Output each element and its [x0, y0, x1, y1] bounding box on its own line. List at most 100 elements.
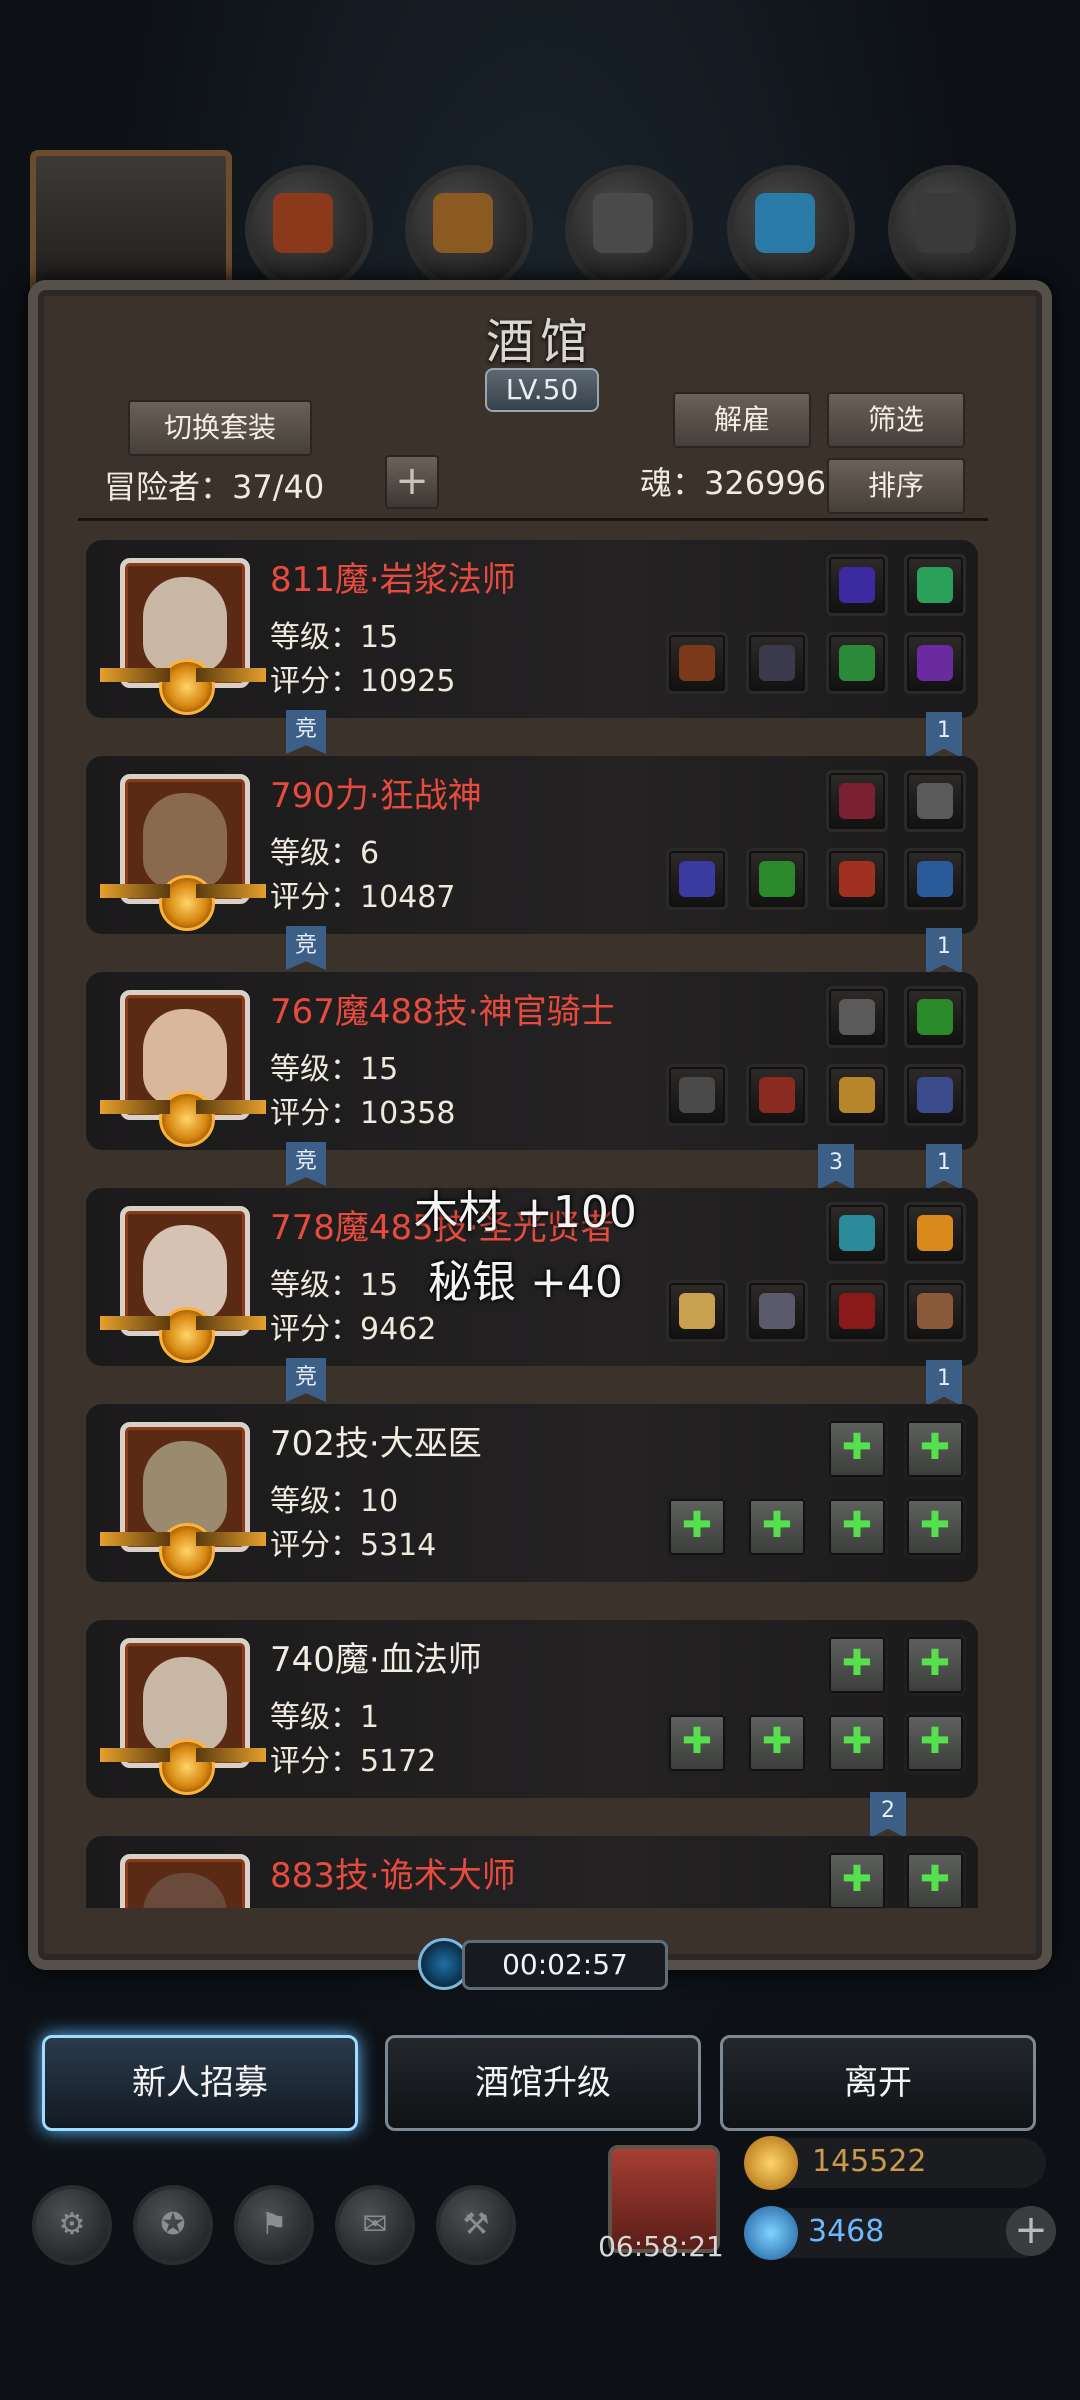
gem-icon — [744, 2206, 798, 2260]
hero-score: 评分：5314 — [270, 1528, 437, 1563]
forge-icon[interactable]: ⚒ — [436, 2185, 516, 2265]
reward-wood-text: 木材 +100 — [414, 1187, 637, 1238]
equipment-icon — [839, 1215, 875, 1251]
panel-title: 酒馆 — [485, 314, 594, 370]
recruit-button[interactable]: 新人招募 — [42, 2035, 358, 2131]
equip-slot[interactable] — [826, 848, 888, 910]
empty-equip-slot[interactable]: ✚ — [746, 1712, 808, 1774]
emblem-wing-right — [196, 1100, 266, 1114]
hero-card[interactable]: 883技·诡术大师✚✚✚✚✚✚ — [86, 1836, 978, 1908]
equip-slot[interactable] — [666, 848, 728, 910]
empty-equip-slot[interactable]: ✚ — [826, 1634, 888, 1696]
add-equip-icon: ✚ — [681, 1721, 713, 1762]
add-equip-icon: ✚ — [919, 1643, 951, 1684]
hero-name: 790力·狂战神 — [270, 776, 482, 816]
hero-name: 740魔·血法师 — [270, 1640, 482, 1680]
hero-level: 等级：1 — [270, 1700, 380, 1735]
equip-slot[interactable] — [904, 986, 966, 1048]
count-ribbon: 1 — [926, 1360, 962, 1406]
hero-card[interactable]: 740魔·血法师 等级：1 评分：5172 ✚ ✚ ✚ ✚ ✚ ✚ — [86, 1620, 978, 1798]
empty-equip-slot[interactable]: ✚ — [746, 1496, 808, 1558]
hero-card[interactable]: 702技·大巫医等级：10 评分：5314 ✚ ✚ ✚ ✚ ✚ ✚ — [86, 1404, 978, 1582]
count-ribbon: 1 — [926, 928, 962, 974]
empty-equip-slot[interactable]: ✚ — [666, 1496, 728, 1558]
emblem-wing-right — [196, 884, 266, 898]
emblem-wing-right — [196, 1316, 266, 1330]
empty-equip-slot[interactable]: ✚ — [904, 1850, 966, 1908]
count-ribbon: 2 — [870, 1792, 906, 1838]
hero-card[interactable]: 767魔488技·神官骑士 等级：15 评分：10358 — [86, 972, 978, 1150]
resource-wood-icon[interactable] — [405, 165, 533, 293]
hero-card[interactable]: 811魔·岩浆法师 等级：15 评分：10925 — [86, 540, 978, 718]
arena-ribbon: 竞 — [286, 1142, 326, 1186]
equipment-icon — [839, 1293, 875, 1329]
equipment-icon — [839, 645, 875, 681]
add-equip-icon: ✚ — [681, 1505, 713, 1546]
equip-slot[interactable] — [904, 1202, 966, 1264]
empty-equip-slot[interactable]: ✚ — [666, 1712, 728, 1774]
equip-slot[interactable] — [746, 848, 808, 910]
empty-equip-slot[interactable]: ✚ — [904, 1712, 966, 1774]
equip-slot[interactable] — [666, 632, 728, 694]
hero-card[interactable]: 790力·狂战神 等级：6 评分：10487 — [86, 756, 978, 934]
emblem-wing-left — [100, 1316, 170, 1330]
equip-slot[interactable] — [826, 1280, 888, 1342]
emblem-wing-right — [196, 1532, 266, 1546]
equip-slot[interactable] — [904, 848, 966, 910]
add-equip-icon: ✚ — [919, 1427, 951, 1468]
equip-slot[interactable] — [904, 554, 966, 616]
leave-button[interactable]: 离开 — [720, 2035, 1036, 2131]
achievement-star-icon[interactable]: ✪ — [133, 2185, 213, 2265]
equip-slot[interactable] — [826, 770, 888, 832]
empty-equip-slot[interactable]: ✚ — [826, 1850, 888, 1908]
equipment-icon — [679, 861, 715, 897]
equip-slot[interactable] — [746, 632, 808, 694]
resource-crystal-icon[interactable] — [727, 165, 855, 293]
equip-slot[interactable] — [826, 554, 888, 616]
filter-button[interactable]: 筛选 — [827, 392, 965, 448]
equip-slot[interactable] — [746, 1064, 808, 1126]
resource-iron-icon[interactable] — [565, 165, 693, 293]
equip-slot[interactable] — [904, 770, 966, 832]
add-gems-button[interactable]: + — [1006, 2206, 1056, 2256]
resource-meat-icon[interactable] — [245, 165, 373, 293]
equip-slot[interactable] — [826, 986, 888, 1048]
hero-portrait[interactable] — [120, 1854, 250, 1908]
equipment-icon — [759, 645, 795, 681]
equip-slot[interactable] — [904, 1280, 966, 1342]
settings-gear-icon[interactable]: ⚙ — [32, 2185, 112, 2265]
equipment-icon — [917, 783, 953, 819]
hero-level: 等级：10 — [270, 1484, 399, 1519]
switch-outfit-button[interactable]: 切换套装 — [128, 400, 312, 456]
dismiss-button[interactable]: 解雇 — [673, 392, 811, 448]
empty-equip-slot[interactable]: ✚ — [904, 1496, 966, 1558]
equipment-icon — [759, 1077, 795, 1113]
emblem-wing-left — [100, 668, 170, 682]
gold-amount: 145522 — [812, 2144, 927, 2179]
equipment-icon — [917, 999, 953, 1035]
empty-equip-slot[interactable]: ✚ — [904, 1634, 966, 1696]
hero-score: 评分：10358 — [270, 1096, 456, 1131]
hero-score: 评分：10487 — [270, 880, 456, 915]
equip-slot[interactable] — [904, 632, 966, 694]
empty-equip-slot[interactable]: ✚ — [904, 1418, 966, 1480]
equip-slot[interactable] — [826, 1064, 888, 1126]
equip-slot[interactable] — [826, 1202, 888, 1264]
add-slot-button[interactable]: + — [385, 455, 439, 509]
mail-icon[interactable]: ✉ — [335, 2185, 415, 2265]
empty-equip-slot[interactable]: ✚ — [826, 1496, 888, 1558]
resource-mithril-icon[interactable] — [888, 165, 1016, 293]
equip-slot[interactable] — [904, 1064, 966, 1126]
equip-slot[interactable] — [746, 1280, 808, 1342]
guild-banner-icon[interactable]: ⚑ — [234, 2185, 314, 2265]
equip-slot[interactable] — [666, 1280, 728, 1342]
sort-button[interactable]: 排序 — [827, 458, 965, 514]
equip-slot[interactable] — [666, 1064, 728, 1126]
equip-slot[interactable] — [826, 632, 888, 694]
hero-name: 702技·大巫医 — [270, 1424, 482, 1464]
emblem-wing-right — [196, 668, 266, 682]
count-ribbon: 1 — [926, 712, 962, 758]
empty-equip-slot[interactable]: ✚ — [826, 1712, 888, 1774]
empty-equip-slot[interactable]: ✚ — [826, 1418, 888, 1480]
tavern-upgrade-button[interactable]: 酒馆升级 — [385, 2035, 701, 2131]
